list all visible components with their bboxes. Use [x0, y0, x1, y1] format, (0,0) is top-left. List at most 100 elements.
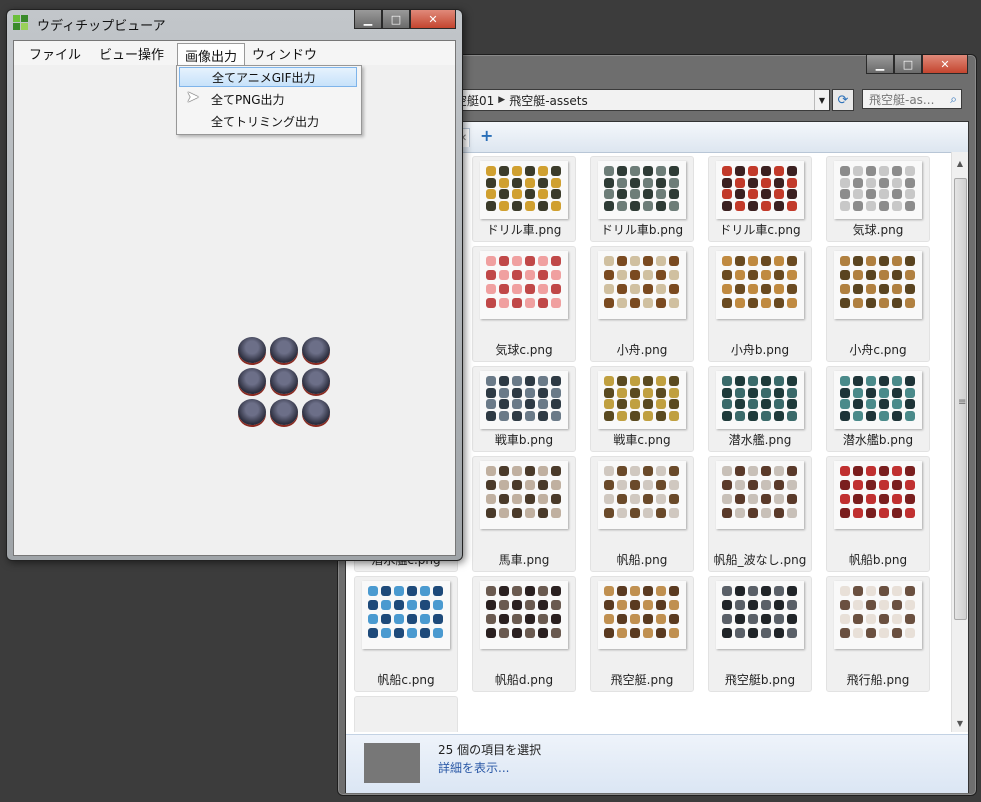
file-thumbnail: [834, 371, 922, 429]
viewer-client-area: ファイル ビュー操作 画像出力 ウィンドウ 全てアニメGIF出力 全てPNG出力…: [13, 40, 456, 556]
sprite-frame: [238, 337, 266, 363]
selection-count: 25 個の項目を選択: [438, 743, 542, 757]
file-name: 帆船.png: [616, 553, 668, 567]
sprite-frame: [302, 368, 330, 394]
file-tile[interactable]: 気球.png: [826, 156, 930, 242]
file-tile[interactable]: 小舟.png: [590, 246, 694, 362]
refresh-icon[interactable]: ⟳: [832, 89, 854, 111]
menu-bar: ファイル ビュー操作 画像出力 ウィンドウ: [14, 41, 455, 66]
sprite-frame: [238, 368, 266, 394]
menu-view[interactable]: ビュー操作: [92, 44, 171, 63]
menu-item-export-all-gif[interactable]: 全てアニメGIF出力: [179, 67, 357, 87]
file-name: 小舟c.png: [849, 343, 907, 357]
file-tile[interactable]: 帆船.png: [590, 456, 694, 572]
menu-window[interactable]: ウィンドウ: [245, 44, 324, 63]
file-thumbnail: [834, 581, 922, 649]
file-thumbnail: [716, 461, 804, 529]
sprite-frame: [270, 368, 298, 394]
file-name: ドリル車.png: [486, 223, 562, 237]
file-name: 馬車.png: [498, 553, 550, 567]
file-tile[interactable]: 飛行船.png: [826, 576, 930, 692]
file-name: 飛空艇b.png: [724, 673, 796, 687]
close-button[interactable]: ✕: [922, 55, 968, 74]
search-placeholder: 飛空艇-as...: [869, 92, 935, 107]
search-icon[interactable]: ⌕: [950, 92, 957, 107]
sprite-frame: [270, 337, 298, 363]
file-name: 帆船d.png: [494, 673, 554, 687]
scroll-thumb[interactable]: ≡: [954, 178, 967, 620]
grip-icon: ≡: [958, 397, 967, 408]
minimize-button[interactable]: ▁: [866, 55, 894, 74]
breadcrumb-separator-icon[interactable]: ▶: [498, 95, 505, 105]
file-tile[interactable]: 飛空艇b.png: [708, 576, 812, 692]
file-thumbnail: [834, 461, 922, 529]
search-input[interactable]: 飛空艇-as... ⌕: [862, 89, 962, 109]
file-tile[interactable]: 帆船d.png: [472, 576, 576, 692]
file-thumbnail: [480, 251, 568, 319]
file-tile[interactable]: ドリル車c.png: [708, 156, 812, 242]
mouse-cursor-icon: ➤: [186, 87, 200, 106]
explorer-window-buttons: ▁ □ ✕: [866, 55, 968, 75]
file-thumbnail: [362, 581, 450, 649]
viewer-window: ウディチップビューア ▁ □ ✕ ファイル ビュー操作 画像出力 ウィンドウ 全…: [6, 9, 463, 561]
file-tile[interactable]: ドリル車b.png: [590, 156, 694, 242]
file-tile[interactable]: 飛空艇.png: [590, 576, 694, 692]
file-tile[interactable]: 帆船b.png: [826, 456, 930, 572]
menu-item-export-all-trim[interactable]: 全てトリミング出力: [179, 111, 357, 131]
file-tile[interactable]: 小舟c.png: [826, 246, 930, 362]
file-name: 小舟.png: [616, 343, 668, 357]
scroll-down-icon[interactable]: ▼: [952, 716, 968, 730]
file-name: 帆船b.png: [848, 553, 908, 567]
file-thumbnail: [598, 461, 686, 529]
file-tile[interactable]: 潜水艦.png: [708, 366, 812, 452]
menu-file[interactable]: ファイル: [22, 44, 88, 63]
address-bar[interactable]: 飛空艇01 ▶ 飛空艇-assets ▼: [438, 89, 830, 111]
sprite-frame: [302, 337, 330, 363]
file-tile[interactable]: 帆船c.png: [354, 576, 458, 692]
file-name: ドリル車c.png: [719, 223, 801, 237]
file-name: 戦車b.png: [494, 433, 554, 447]
file-tile[interactable]: 戦車c.png: [590, 366, 694, 452]
sprite-frame: [270, 399, 298, 425]
menu-image-output[interactable]: 画像出力: [177, 43, 246, 66]
new-tab-button[interactable]: +: [480, 126, 493, 145]
file-name: 帆船_波なし.png: [713, 553, 807, 567]
show-details-link[interactable]: 詳細を表示...: [438, 759, 509, 776]
menu-item-export-all-png[interactable]: 全てPNG出力: [179, 89, 357, 109]
file-tile[interactable]: 小舟b.png: [708, 246, 812, 362]
sprite-preview: [236, 335, 332, 429]
file-name: 小舟b.png: [730, 343, 790, 357]
file-tile[interactable]: 帆船_波なし.png: [708, 456, 812, 572]
file-name: 潜水艦.png: [728, 433, 792, 447]
close-button[interactable]: ✕: [410, 10, 456, 29]
address-dropdown-icon[interactable]: ▼: [814, 90, 829, 110]
file-thumbnail: [598, 161, 686, 219]
file-thumbnail: [480, 161, 568, 219]
file-thumbnail: [598, 371, 686, 429]
file-name: 戦車c.png: [613, 433, 671, 447]
file-thumbnail: [834, 161, 922, 219]
file-thumbnail: [480, 581, 568, 649]
file-thumbnail: [834, 251, 922, 319]
sprite-frame: [302, 399, 330, 425]
file-tile[interactable]: 潜水艦b.png: [826, 366, 930, 452]
maximize-button[interactable]: □: [894, 55, 922, 74]
vertical-scrollbar[interactable]: ▲ ≡ ▼: [951, 152, 968, 732]
file-tile[interactable]: 戦車b.png: [472, 366, 576, 452]
file-name: 帆船c.png: [377, 673, 435, 687]
details-pane: 25 個の項目を選択 詳細を表示...: [346, 734, 968, 793]
file-thumbnail: [598, 251, 686, 319]
file-thumbnail: [598, 581, 686, 649]
scroll-up-icon[interactable]: ▲: [952, 156, 968, 170]
maximize-button[interactable]: □: [382, 10, 410, 29]
breadcrumb-item[interactable]: 飛空艇-assets: [505, 92, 592, 109]
file-tile[interactable]: 馬車.png: [472, 456, 576, 572]
file-name: 飛空艇.png: [610, 673, 674, 687]
file-thumbnail: [716, 581, 804, 649]
file-tile[interactable]: 気球c.png: [472, 246, 576, 362]
minimize-button[interactable]: ▁: [354, 10, 382, 29]
file-thumbnail: [716, 161, 804, 219]
file-tile[interactable]: [354, 696, 458, 732]
file-thumbnail: [716, 371, 804, 429]
file-tile[interactable]: ドリル車.png: [472, 156, 576, 242]
